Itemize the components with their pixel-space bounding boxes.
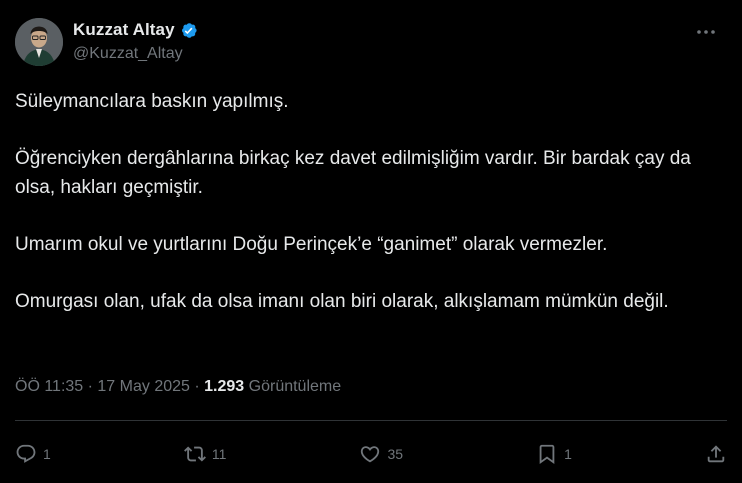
share-button[interactable]: [705, 443, 727, 465]
verified-badge-icon[interactable]: [179, 21, 198, 40]
name-row: Kuzzat Altay: [73, 20, 198, 40]
meta-separator: ·: [83, 378, 98, 395]
tweet-text: Süleymancılara baskın yapılmış. Öğrenciy…: [15, 88, 727, 316]
avatar-image: [15, 18, 63, 66]
bookmark-count: 1: [564, 446, 572, 462]
reply-icon: [16, 444, 36, 463]
tweet-paragraph: Umarım okul ve yurtlarını Doğu Perinçek’…: [15, 233, 608, 255]
tweet-paragraph: Süleymancılara baskın yapılmış.: [15, 91, 289, 112]
author-handle[interactable]: @Kuzzat_Altay: [73, 45, 198, 63]
reply-count: 1: [43, 446, 51, 462]
reply-button[interactable]: 1: [15, 443, 51, 465]
bookmark-icon: [539, 444, 555, 465]
tweet-meta: ÖÖ 11:35 · 17 May 2025 · 1.293 Görüntüle…: [15, 378, 341, 396]
tweet-time[interactable]: ÖÖ 11:35: [15, 378, 83, 395]
views-count: 1.293: [204, 378, 245, 395]
tweet-paragraph: Öğrenciyken dergâhlarına birkaç kez dave…: [15, 148, 691, 198]
retweet-button[interactable]: 11: [183, 443, 227, 465]
retweet-icon: [183, 446, 206, 462]
share-icon: [707, 445, 725, 463]
avatar[interactable]: [15, 18, 63, 66]
bookmark-button[interactable]: 1: [536, 443, 572, 465]
meta-separator: ·: [189, 378, 205, 395]
tweet-card: Kuzzat Altay @Kuzzat_Altay Süleymancılar…: [0, 0, 742, 483]
action-bar: 1 11 35 1: [15, 436, 727, 472]
divider: [15, 420, 727, 421]
author-display-name[interactable]: Kuzzat Altay: [73, 20, 175, 40]
like-button[interactable]: 35: [359, 443, 403, 465]
tweet-header: Kuzzat Altay @Kuzzat_Altay: [15, 18, 727, 70]
heart-icon: [361, 446, 380, 463]
retweet-count: 11: [211, 446, 227, 462]
views-label: Görüntüleme: [248, 378, 342, 395]
tweet-date[interactable]: 17 May 2025: [97, 378, 190, 395]
like-count: 35: [387, 446, 404, 462]
more-options-icon[interactable]: [693, 22, 719, 42]
tweet-paragraph: Omurgası olan, ufak da olsa imanı olan b…: [15, 290, 669, 312]
author-names: Kuzzat Altay @Kuzzat_Altay: [73, 20, 198, 63]
